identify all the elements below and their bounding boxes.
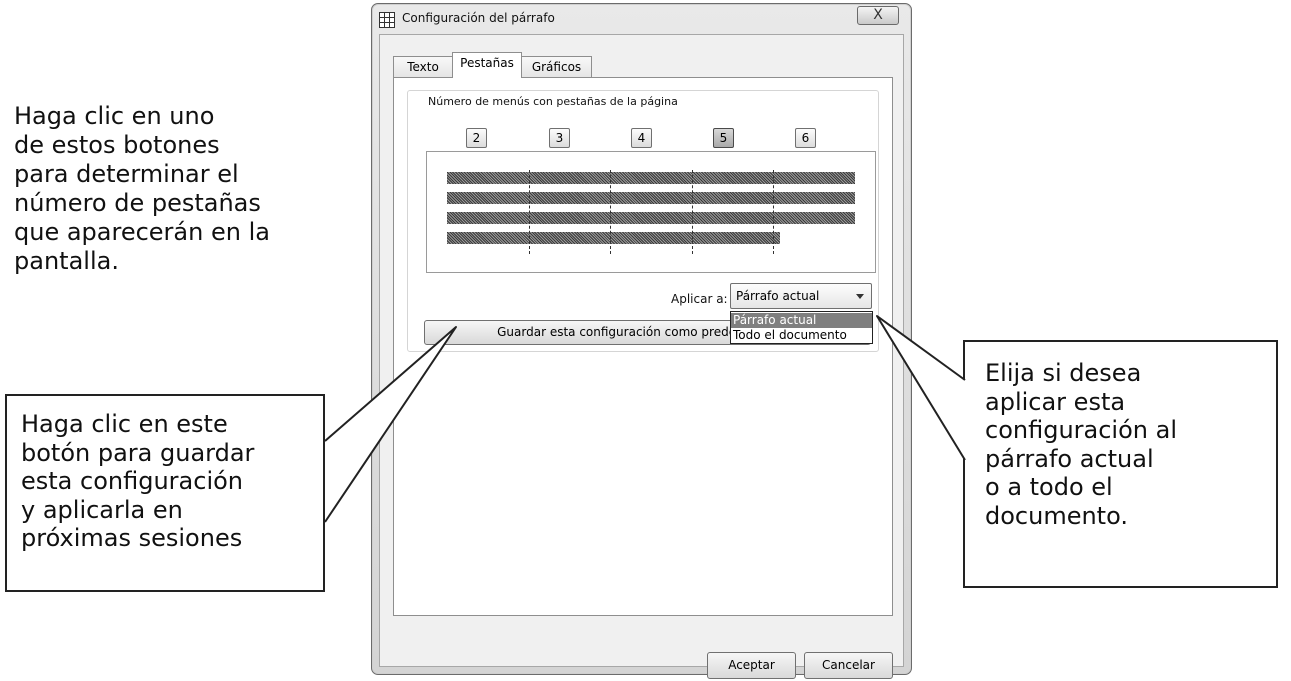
ok-button[interactable]: Aceptar [707, 652, 796, 679]
tab-stop-marker [610, 170, 611, 254]
tab-count-3-button[interactable]: 3 [549, 128, 570, 148]
grid-icon [379, 12, 395, 28]
tab-stop-marker [529, 170, 530, 254]
chevron-down-icon[interactable] [856, 294, 864, 299]
tab-pestanas[interactable]: Pestañas [452, 52, 522, 78]
tab-layout-preview [426, 151, 876, 273]
close-button[interactable]: X [857, 6, 899, 25]
tab-stop-marker [692, 170, 693, 254]
option-current-paragraph[interactable]: Párrafo actual [731, 313, 872, 328]
apply-to-dropdown: Párrafo actual Todo el documento [730, 311, 873, 344]
apply-to-value: Párrafo actual [736, 289, 820, 303]
annotation-apply-text: Elija si desea aplicar esta configuració… [985, 359, 1177, 530]
preview-line [447, 192, 855, 204]
tab-count-2-button[interactable]: 2 [466, 128, 487, 148]
preview-line [447, 172, 855, 184]
apply-to-select[interactable]: Párrafo actual [730, 283, 872, 309]
annotation-save-text: Haga clic en este botón para guardar est… [21, 410, 255, 552]
apply-to-label: Aplicar a: [671, 292, 728, 306]
close-icon: X [873, 7, 883, 23]
dialog-body: Texto Pestañas Gráficos Número de menús … [379, 34, 904, 679]
cancel-button[interactable]: Cancelar [804, 652, 893, 679]
annotation-tab-buttons: Haga clic en uno de estos botones para d… [14, 102, 270, 275]
tab-graficos[interactable]: Gráficos [521, 56, 592, 79]
paragraph-settings-dialog: Configuración del párrafo X Texto Pestañ… [371, 3, 912, 679]
tab-stop-marker [773, 170, 774, 254]
annotation-save-button: Haga clic en este botón para guardar est… [5, 394, 325, 592]
preview-line [447, 232, 780, 244]
tab-texto[interactable]: Texto [393, 56, 453, 79]
title-bar: Configuración del párrafo X [372, 4, 911, 34]
dialog-title: Configuración del párrafo [402, 11, 555, 25]
annotation-apply-to: Elija si desea aplicar esta configuració… [963, 340, 1278, 588]
tab-panel-pestanas: Número de menús con pestañas de la págin… [393, 77, 893, 616]
tab-count-6-button[interactable]: 6 [795, 128, 816, 148]
tab-count-4-button[interactable]: 4 [631, 128, 652, 148]
group-label: Número de menús con pestañas de la págin… [426, 95, 680, 108]
option-whole-document[interactable]: Todo el documento [731, 328, 872, 343]
tab-count-5-button[interactable]: 5 [713, 128, 734, 148]
preview-line [447, 212, 855, 224]
